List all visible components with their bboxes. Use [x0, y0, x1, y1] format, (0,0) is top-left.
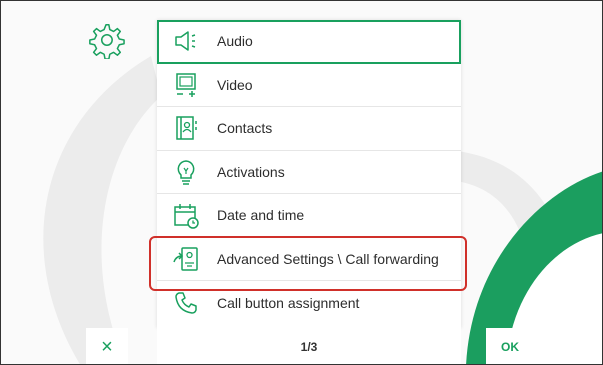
- gear-icon[interactable]: [87, 21, 125, 59]
- menu-item-label: Activations: [217, 163, 285, 180]
- menu-item-call-button[interactable]: Call button assignment: [157, 281, 461, 325]
- speaker-icon: [175, 31, 196, 51]
- cancel-button[interactable]: ×: [86, 328, 128, 364]
- settings-menu: Audio Video Contacts Activations Date an…: [157, 20, 461, 328]
- menu-item-activations[interactable]: Activations: [157, 151, 461, 194]
- menu-item-label: Date and time: [217, 207, 305, 224]
- menu-item-date-time[interactable]: Date and time: [157, 194, 461, 238]
- calendar-clock-icon: [174, 204, 199, 229]
- ok-button[interactable]: OK: [486, 328, 534, 364]
- contacts-book-icon: [176, 116, 197, 140]
- menu-item-video[interactable]: Video: [157, 64, 461, 107]
- menu-item-audio[interactable]: Audio: [157, 20, 461, 64]
- page-indicator: 1/3: [157, 328, 461, 364]
- lightbulb-icon: [177, 159, 195, 185]
- menu-item-label: Call button assignment: [217, 294, 360, 311]
- menu-item-advanced-settings[interactable]: Advanced Settings \ Call forwarding: [157, 238, 461, 281]
- menu-item-label: Contacts: [217, 120, 273, 137]
- menu-item-label: Advanced Settings \ Call forwarding: [217, 250, 439, 267]
- device-screen: Audio Video Contacts Activations Date an…: [0, 0, 603, 365]
- monitor-icon: [176, 73, 196, 97]
- menu-item-label: Video: [217, 76, 253, 93]
- phone-icon: [175, 292, 197, 314]
- call-forwarding-icon: [173, 247, 198, 271]
- menu-item-label: Audio: [217, 33, 253, 50]
- menu-item-contacts[interactable]: Contacts: [157, 107, 461, 151]
